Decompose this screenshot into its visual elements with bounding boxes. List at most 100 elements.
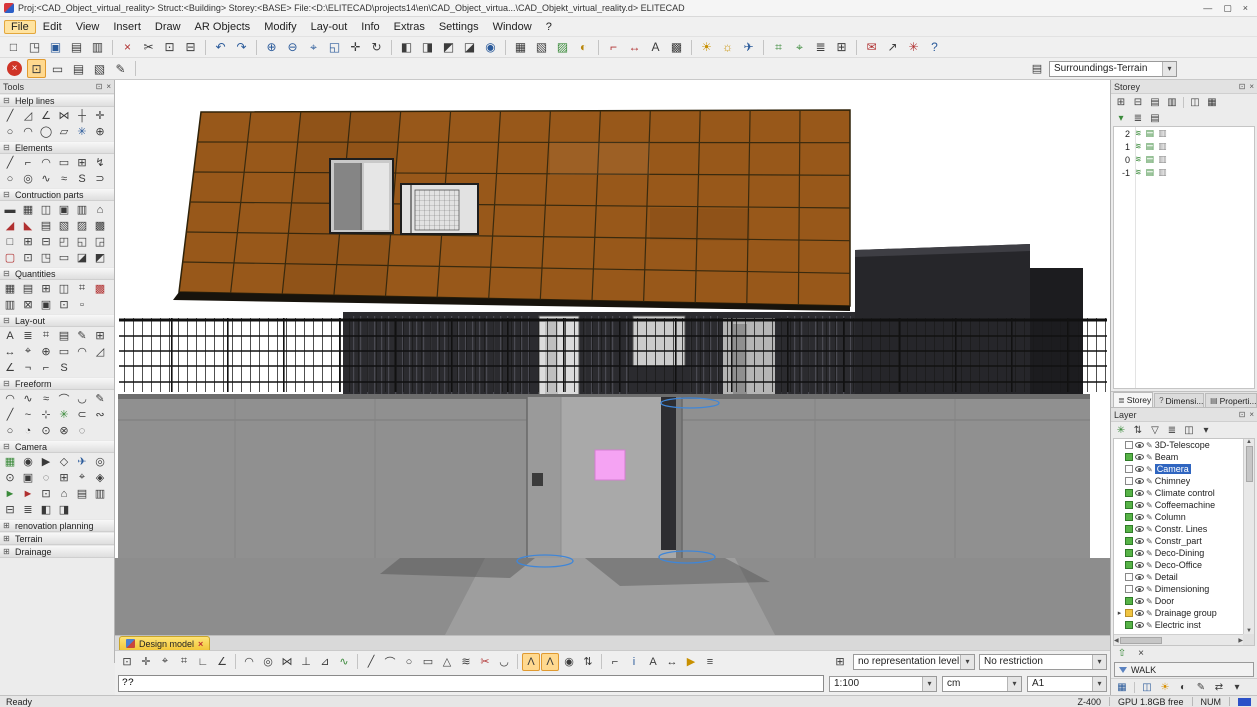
tool-icon[interactable]: ⊞ [74,155,90,170]
close-icon[interactable]: × [106,82,111,91]
storey-visibility-icon[interactable]: ≋ [1134,167,1142,178]
tool-icon[interactable]: ▱ [56,124,72,139]
horizontal-scrollbar[interactable]: ◀ ▶ [1114,634,1243,645]
visibility-eye-icon[interactable] [1135,454,1144,460]
tool-icon[interactable]: ▬ [2,202,18,217]
redraw-icon[interactable]: ↻ [367,38,386,57]
plot-icon[interactable]: ▥ [88,38,107,57]
storey-model-icon[interactable]: ▥ [1158,154,1167,165]
arc-tool-icon[interactable]: ⌒ [381,653,399,671]
tool-icon[interactable]: ⊟ [2,502,18,517]
editable-pencil-icon[interactable]: ✎ [1146,537,1153,546]
storey-tree-icon[interactable]: ▾ [1113,111,1129,125]
editable-pencil-icon[interactable]: ✎ [1146,609,1153,618]
tool-icon[interactable]: ⌂ [92,202,108,217]
visibility-eye-icon[interactable] [1135,562,1144,568]
tab-dimensioning[interactable]: ? Dimensi... [1154,393,1204,407]
chevron-down-icon[interactable]: ▾ [1092,677,1106,691]
layer-filter-icon[interactable]: ▽ [1147,423,1163,437]
tool-icon[interactable]: ⊡ [38,486,54,501]
tool-icon[interactable]: ╱ [2,155,18,170]
visibility-eye-icon[interactable] [1135,478,1144,484]
tool-icon[interactable]: ◰ [56,234,72,249]
tool-icon[interactable]: ○ [2,124,18,139]
storey-model-icon[interactable]: ▥ [1158,167,1167,178]
select-mode-icon[interactable]: ⊡ [118,653,136,671]
run-mode-icon[interactable]: Λ [541,653,559,671]
tool-icon[interactable]: ⌂ [56,486,72,501]
layer-new-icon[interactable]: ✳ [1113,423,1129,437]
tool-icon[interactable]: S [56,360,72,375]
toolbar-icon[interactable] [205,40,206,55]
snap-point-icon[interactable]: ⌖ [156,653,174,671]
info-mode-icon[interactable]: i [625,653,643,671]
tool-icon[interactable]: ↔ [2,344,18,359]
tool-icon[interactable]: ~ [20,407,36,422]
editable-pencil-icon[interactable]: ✎ [1146,561,1153,570]
storey-plan-icon[interactable]: ▤ [1146,167,1155,178]
tool-icon[interactable]: ⊞ [38,281,54,296]
storey-toolbar-icon[interactable] [1183,97,1184,108]
toolbar-icon[interactable] [856,40,857,55]
menu-item[interactable]: Lay-out [304,20,355,34]
layer-row[interactable]: ✎ Column [1114,511,1243,523]
measure-icon[interactable]: ⌐ [604,38,623,57]
layer-row[interactable]: ✎ Chimney [1114,475,1243,487]
walk-filter-item[interactable]: WALK [1114,662,1254,677]
editable-pencil-icon[interactable]: ✎ [1146,621,1153,630]
layer-sort-icon[interactable]: ⇅ [1130,423,1146,437]
storey-plan-icon[interactable]: ▤ [1146,128,1155,139]
tool-icon[interactable]: ◢ [2,218,18,233]
tool-icon[interactable]: ○ [2,423,18,438]
3d-viewport-canvas[interactable] [115,80,1110,635]
visibility-eye-icon[interactable] [1135,466,1144,472]
snap-perpendicular-icon[interactable]: ⊥ [297,653,315,671]
collapse-icon[interactable]: ⊟ [3,442,12,451]
visibility-eye-icon[interactable] [1135,526,1144,532]
snap-intersection-icon[interactable]: ⋈ [278,653,296,671]
collapse-icon[interactable]: ⊟ [3,316,12,325]
visibility-eye-icon[interactable] [1135,442,1144,448]
new-file-icon[interactable]: □ [4,38,23,57]
tool-icon[interactable]: ▣ [56,202,72,217]
visibility-eye-icon[interactable] [1135,574,1144,580]
tool-icon[interactable]: ◡ [74,391,90,406]
layer-row[interactable]: ✎ 3D-Telescope [1114,439,1243,451]
offset-tool-icon[interactable]: ≋ [457,653,475,671]
toolbar-icon[interactable] [763,40,764,55]
minimize-button[interactable]: — [1203,3,1212,14]
tool-icon[interactable]: ► [2,486,18,501]
tool-icon[interactable]: ○ [2,171,18,186]
tool-icon[interactable]: ◧ [38,502,54,517]
section-header-terrain[interactable]: ⊞ Terrain [0,532,114,545]
tool-icon[interactable]: ◌ [38,470,54,485]
storey-view-icon[interactable]: ▥ [1164,95,1180,109]
editable-pencil-icon[interactable]: ✎ [1146,489,1153,498]
tool-icon[interactable]: ⌐ [20,155,36,170]
tool-icon[interactable]: ≣ [20,328,36,343]
materials-icon[interactable]: ◫ [1139,680,1155,694]
view-3d-icon[interactable]: ◪ [460,38,479,57]
cut-icon[interactable]: ✂ [139,38,158,57]
storey-filter-icon[interactable]: ▦ [1204,95,1220,109]
paste-icon[interactable]: ⊟ [181,38,200,57]
tool-icon[interactable]: ✳ [56,407,72,422]
groups-icon[interactable]: ⊞ [832,38,851,57]
pin-icon[interactable]: ⊡ [96,82,103,91]
grid-icon[interactable]: ⌗ [769,38,788,57]
storey-new-icon[interactable]: ⊞ [1113,95,1129,109]
layers-icon[interactable]: ≣ [811,38,830,57]
editable-pencil-icon[interactable]: ✎ [1146,453,1153,462]
tool-icon[interactable]: ▫ [74,297,90,312]
tool-icon[interactable]: ⊗ [56,423,72,438]
layer-row[interactable]: ✎ Constr_part [1114,535,1243,547]
chevron-down-icon[interactable]: ▾ [1162,62,1176,76]
layer-row[interactable]: ✎ Camera [1114,463,1243,475]
pin-icon[interactable]: ⊡ [1239,410,1246,419]
collapse-icon[interactable]: ⊟ [3,96,12,105]
section-header-camera[interactable]: ⊟ Camera [0,440,114,453]
layer-group-icon[interactable]: ◫ [1181,423,1197,437]
collapse-icon[interactable]: ⊟ [3,143,12,152]
copy-icon[interactable]: ⊡ [160,38,179,57]
vertical-scrollbar[interactable]: ▲ ▼ [1243,439,1254,634]
